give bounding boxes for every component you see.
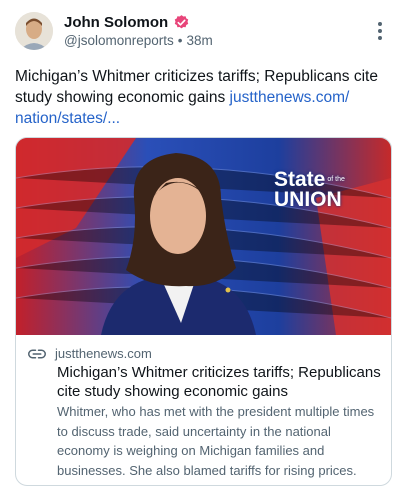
card-domain-row: justthenews.com [28,346,152,361]
show-logo-line2: UNION [274,188,342,212]
link-icon [28,349,46,358]
author-avatar[interactable] [15,12,53,50]
card-image[interactable]: State of the UNION [16,138,391,335]
author-name[interactable]: John Solomon [64,14,168,31]
link-card[interactable]: State of the UNION justthenews.com Michig… [15,137,392,486]
post-time[interactable]: 38m [186,33,212,48]
card-description: Whitmer, who has met with the president … [57,404,375,478]
meta-separator: • [177,33,183,48]
card-image-graphic [16,138,391,335]
author-name-row: John Solomon [64,12,190,32]
show-logo-small: of the [327,176,345,184]
card-title[interactable]: Michigan’s Whitmer criticizes tariffs; R… [57,363,387,401]
more-options-icon[interactable] [372,20,388,42]
post-text: Michigan’s Whitmer criticizes tariffs; R… [15,66,385,129]
show-logo: State of the UNION [274,169,345,212]
avatar-photo [15,12,53,50]
verified-badge-icon [174,14,189,28]
author-handle[interactable]: @jsolomonreports [64,33,174,48]
card-domain: justthenews.com [55,346,152,361]
author-meta: @jsolomonreports • 38m [64,33,213,48]
